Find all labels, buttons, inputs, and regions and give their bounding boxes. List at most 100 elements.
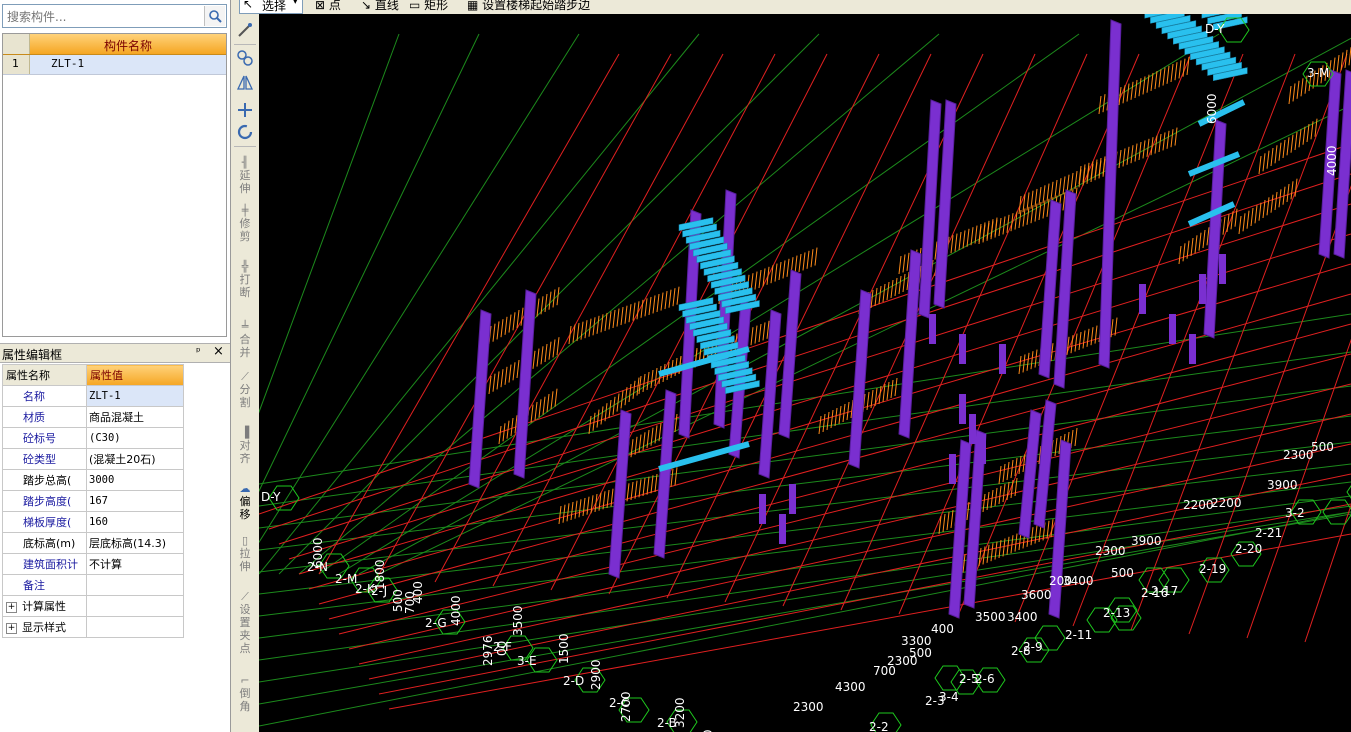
offset-icon: ☁: [239, 482, 251, 495]
dimension-label: 500: [909, 646, 932, 660]
railing-hatch: [774, 263, 778, 282]
grip-tool[interactable]: ⟋ 设置夹点: [238, 590, 252, 655]
line-button[interactable]: ↘ 直线: [361, 0, 399, 12]
railing-hatch: [642, 432, 646, 451]
railing-hatch: [1074, 333, 1078, 352]
railing-hatch: [1158, 133, 1162, 153]
property-group[interactable]: + 计算属性: [2, 595, 184, 617]
prop-value[interactable]: 不计算: [86, 553, 184, 575]
model-canvas[interactable]: [259, 14, 1351, 732]
railing-hatch: [1182, 58, 1186, 77]
railing-hatch: [870, 289, 874, 309]
prop-value[interactable]: 层底标高(14.3): [86, 532, 184, 554]
column: [513, 289, 537, 479]
property-group[interactable]: + 显示样式: [2, 616, 184, 638]
grip-icon: ⟋: [241, 590, 249, 603]
short-column: [999, 344, 1006, 374]
axis-label: 3-E: [517, 654, 537, 668]
railing-hatch: [1134, 79, 1138, 99]
component-row[interactable]: 1 ZLT-1: [3, 55, 226, 75]
property-row[interactable]: 备注: [2, 574, 184, 596]
expand-icon[interactable]: +: [6, 622, 17, 634]
trim-tool[interactable]: ╪ 修剪: [238, 204, 252, 243]
railing-hatch: [1300, 78, 1304, 97]
mirror-icon[interactable]: [235, 72, 255, 92]
railing-hatch: [648, 296, 652, 315]
stair-edge-button[interactable]: ▦ 设置楼梯起始踏步边: [467, 0, 590, 12]
rotate-icon[interactable]: [235, 122, 255, 142]
prop-name: 踏步总高(: [2, 469, 87, 491]
prop-value[interactable]: 3000: [86, 469, 184, 491]
prop-value[interactable]: 167: [86, 490, 184, 512]
railing-hatch: [1262, 153, 1266, 172]
railing-hatch: [1246, 210, 1250, 229]
brush-icon[interactable]: [235, 20, 255, 40]
prop-value[interactable]: [86, 574, 184, 596]
railing-hatch: [508, 314, 512, 333]
3d-viewport[interactable]: D-Y D-Y 2-N 2-M 2-K 2-J 2-G 2-F 3-E 2-D 2-C 2-B 2-2 2…: [259, 14, 1351, 732]
align-tool[interactable]: ▐ 对齐: [238, 426, 252, 465]
prop-value[interactable]: (混凝土20石): [86, 448, 184, 470]
railing-hatch: [1296, 80, 1300, 99]
railing-hatch: [1050, 181, 1054, 200]
railing-hatch: [786, 258, 790, 277]
property-row[interactable]: 踏步总高(3000: [2, 469, 184, 491]
property-row[interactable]: 梯板厚度(160: [2, 511, 184, 533]
railing-hatch: [834, 407, 838, 427]
search-button[interactable]: [204, 6, 225, 26]
property-row[interactable]: 踏步高度(167: [2, 490, 184, 512]
dropdown-arrow-icon[interactable]: ▾: [293, 0, 298, 7]
move-icon[interactable]: [235, 100, 255, 120]
property-row[interactable]: 砼标号 (C30): [2, 427, 184, 449]
select-button[interactable]: ↖ 选择 ▾: [239, 0, 303, 14]
prop-name: 建筑面积计: [2, 553, 87, 575]
dimension-label: 2300: [793, 700, 824, 714]
index-header: [3, 34, 30, 54]
axis-label: 2-11: [1065, 628, 1093, 642]
railing-hatch: [628, 304, 632, 323]
break-tool[interactable]: ╬ 打断: [238, 260, 252, 299]
property-row[interactable]: 材质 商品混凝土: [2, 406, 184, 428]
property-row[interactable]: 建筑面积计 不计算: [2, 553, 184, 575]
stretch-tool[interactable]: ▯ 拉伸: [238, 534, 252, 573]
chamfer-label: 倒角: [239, 687, 251, 713]
railing-hatch: [958, 231, 962, 251]
railing-hatch: [1290, 134, 1294, 153]
dimension-label: 3500: [511, 605, 525, 636]
group-value: [86, 595, 184, 617]
copy-icon[interactable]: [235, 48, 255, 68]
railing-hatch: [1286, 183, 1290, 203]
railing-hatch: [1006, 481, 1010, 501]
extend-icon: ╢: [241, 156, 249, 169]
expand-icon[interactable]: +: [6, 601, 17, 613]
split-tool[interactable]: ⟋ 分割: [238, 370, 252, 409]
railing-hatch: [1336, 54, 1340, 74]
chamfer-tool[interactable]: ⌐ 倒角: [238, 674, 252, 713]
railing-hatch: [508, 364, 512, 383]
rect-button[interactable]: ▭ 矩形: [409, 0, 448, 12]
search-input[interactable]: [5, 7, 204, 27]
railing-hatch: [612, 309, 616, 329]
property-row[interactable]: 名称 ZLT-1: [2, 385, 184, 407]
pin-icon[interactable]: ᵖ: [196, 345, 201, 358]
point-button[interactable]: ⊠ 点: [315, 0, 341, 12]
component-list-header: 构件名称: [3, 34, 226, 55]
close-icon[interactable]: ×: [213, 344, 224, 359]
prop-value[interactable]: (C30): [86, 427, 184, 449]
dimension-label: 2976: [481, 635, 495, 666]
railing-hatch: [616, 308, 620, 327]
railing-hatch: [982, 493, 986, 513]
offset-tool[interactable]: ☁ 偏移: [238, 482, 252, 521]
merge-tool[interactable]: ╧ 合并: [238, 320, 252, 359]
railing-hatch: [582, 497, 586, 517]
railing-hatch: [950, 509, 954, 529]
railing-hatch: [1014, 477, 1018, 497]
prop-value[interactable]: 160: [86, 511, 184, 533]
prop-value[interactable]: 商品混凝土: [86, 406, 184, 428]
property-row[interactable]: 底标高(m) 层底标高(14.3): [2, 532, 184, 554]
extend-tool[interactable]: ╢ 延伸: [238, 156, 252, 195]
property-row[interactable]: 砼类型 (混凝土20石): [2, 448, 184, 470]
railing-hatch: [878, 285, 882, 305]
short-column: [1169, 314, 1176, 344]
prop-value[interactable]: ZLT-1: [86, 385, 184, 407]
